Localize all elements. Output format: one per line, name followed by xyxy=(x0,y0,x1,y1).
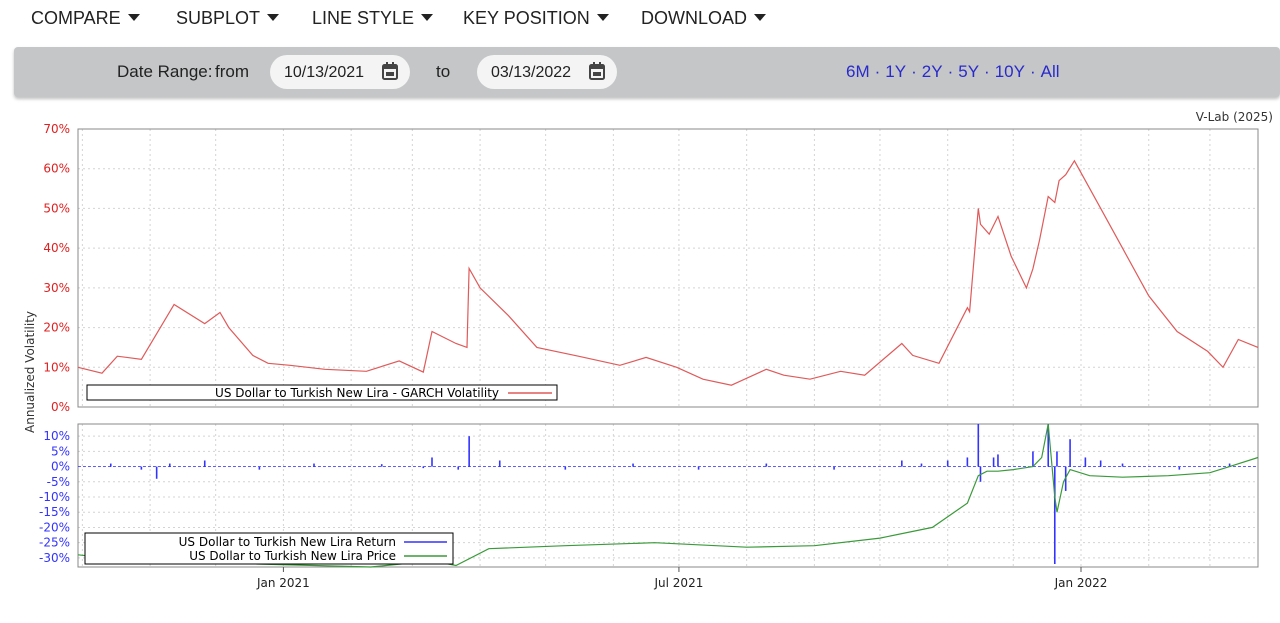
y-tick-label: 40% xyxy=(43,241,70,255)
chart-credit: V-Lab (2025) xyxy=(1196,110,1273,124)
legend-price-label: US Dollar to Turkish New Lira Price xyxy=(189,549,396,563)
preset-6m[interactable]: 6M xyxy=(846,62,870,81)
line-style-menu-label: LINE STYLE xyxy=(312,8,415,28)
y-tick-label: 50% xyxy=(43,201,70,215)
y-tick-label: 10% xyxy=(43,429,70,443)
preset-5y[interactable]: 5Y xyxy=(958,62,979,81)
x-tick-label: Jul 2021 xyxy=(654,576,704,590)
top-y-ticks: 0% 10% 20% 30% 40% 50% 60% 70% xyxy=(43,122,70,414)
y-tick-label: 30% xyxy=(43,281,70,295)
from-label: from xyxy=(215,62,249,81)
top-y-axis-label: Annualized Volatility xyxy=(23,311,37,433)
caret-down-icon xyxy=(596,13,609,21)
download-menu[interactable]: DOWNLOAD xyxy=(641,8,767,29)
x-tick-label: Jan 2021 xyxy=(256,576,310,590)
caret-down-icon xyxy=(754,13,767,21)
y-tick-label: 60% xyxy=(43,162,70,176)
to-date-value: 03/13/2022 xyxy=(491,64,572,81)
y-tick-label: 10% xyxy=(43,360,70,374)
to-date-input[interactable]: 03/13/2022 xyxy=(477,55,617,89)
y-tick-label: -15% xyxy=(39,505,70,519)
preset-2y[interactable]: 2Y xyxy=(922,62,943,81)
preset-1y[interactable]: 1Y xyxy=(885,62,906,81)
calendar-icon[interactable] xyxy=(589,62,605,80)
from-date-input[interactable]: 10/13/2021 xyxy=(270,55,410,89)
bottom-y-ticks: 10%5% 0%-5%-10%-15%-20% -25%-30% xyxy=(39,429,70,565)
subplot-menu-label: SUBPLOT xyxy=(176,8,261,28)
preset-10y[interactable]: 10Y xyxy=(995,62,1025,81)
top-menu-bar: COMPARE SUBPLOT LINE STYLE KEY POSITION … xyxy=(0,0,1280,40)
y-tick-label: 0% xyxy=(51,400,70,414)
y-tick-label: -5% xyxy=(47,475,70,489)
date-range-label: Date Range: xyxy=(117,62,213,81)
y-tick-label: -25% xyxy=(39,536,70,550)
y-tick-label: 0% xyxy=(51,460,70,474)
preset-all[interactable]: All xyxy=(1041,62,1060,81)
compare-menu-label: COMPARE xyxy=(31,8,121,28)
to-label: to xyxy=(436,62,451,81)
caret-down-icon xyxy=(267,13,280,21)
volatility-chart: 0%10%20%30%40%50%60%70% 10%5%0%-5%-10%-1… xyxy=(23,110,1273,590)
y-tick-label: -30% xyxy=(39,551,70,565)
calendar-icon[interactable] xyxy=(382,62,398,80)
preset-range-links: 6M · 1Y · 2Y · 5Y · 10Y · All xyxy=(846,62,1060,81)
y-tick-label: 70% xyxy=(43,122,70,136)
x-tick-label: Jan 2022 xyxy=(1054,576,1108,590)
key-position-menu-label: KEY POSITION xyxy=(463,8,590,28)
line-style-menu[interactable]: LINE STYLE xyxy=(312,8,434,29)
x-ticks: Jan 2021 Jul 2021 Jan 2022 xyxy=(256,567,1107,590)
y-tick-label: -20% xyxy=(39,520,70,534)
caret-down-icon xyxy=(421,13,434,21)
caret-down-icon xyxy=(127,13,140,21)
download-menu-label: DOWNLOAD xyxy=(641,8,748,28)
compare-menu[interactable]: COMPARE xyxy=(31,8,140,29)
y-tick-label: -10% xyxy=(39,490,70,504)
legend-return-label: US Dollar to Turkish New Lira Return xyxy=(179,535,396,549)
top-plot-grid xyxy=(78,128,1258,408)
from-date-value: 10/13/2021 xyxy=(284,64,365,81)
date-range-bar: Date Range: from 10/13/2021 to 03/13/202… xyxy=(14,47,1280,97)
key-position-menu[interactable]: KEY POSITION xyxy=(463,8,609,29)
bottom-legend: US Dollar to Turkish New Lira Return US … xyxy=(84,532,454,565)
y-tick-label: 5% xyxy=(51,444,70,458)
legend-volatility-label: US Dollar to Turkish New Lira - GARCH Vo… xyxy=(215,386,499,400)
subplot-menu[interactable]: SUBPLOT xyxy=(176,8,280,29)
top-legend: US Dollar to Turkish New Lira - GARCH Vo… xyxy=(86,384,558,401)
y-tick-label: 20% xyxy=(43,321,70,335)
